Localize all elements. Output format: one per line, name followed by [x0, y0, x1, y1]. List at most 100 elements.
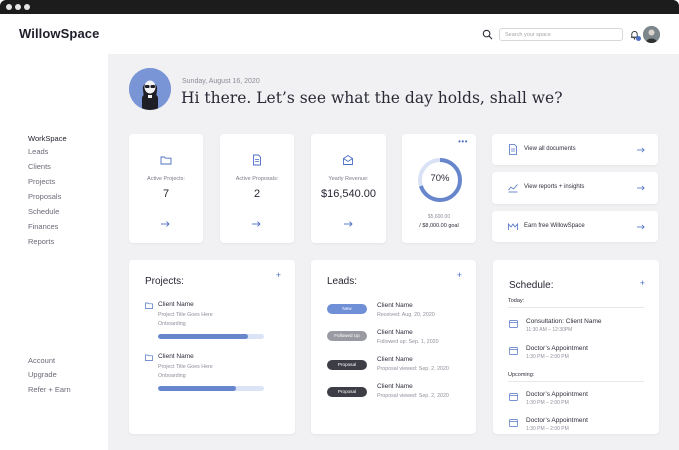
sidebar-item-refer-earn[interactable]: Refer + Earn [28, 385, 71, 394]
window-chrome [0, 0, 679, 14]
window-dot-close[interactable] [6, 4, 12, 10]
project-client[interactable]: Client Name [158, 353, 194, 360]
quick-link-reports[interactable]: View reports + insights [492, 172, 658, 204]
goal-current: $5,600.00 [427, 214, 451, 220]
stat-value: 7 [162, 188, 170, 200]
window-dot-maximize[interactable] [24, 4, 30, 10]
lead-client[interactable]: Client Name [377, 329, 413, 336]
lead-client[interactable]: Client Name [377, 383, 413, 390]
calendar-icon [509, 419, 518, 427]
lead-status-badge: New [327, 304, 367, 314]
arrow-right-icon[interactable] [637, 147, 645, 153]
goal-progress-ring: 70% [416, 156, 464, 204]
stat-card-proposals[interactable]: Active Proposals: 2 [220, 134, 294, 243]
sidebar-item-leads[interactable]: Leads [28, 147, 48, 156]
stat-value: 2 [253, 188, 261, 200]
schedule-upcoming-label: Upcoming: [508, 372, 535, 378]
lead-status-badge: Proposal [327, 387, 367, 397]
goal-target: / $8,000.00 goal [419, 223, 459, 229]
sidebar-item-schedule[interactable]: Schedule [28, 207, 59, 216]
woman-illustration-icon [129, 68, 171, 110]
sidebar-item-workspace[interactable]: WorkSpace [28, 134, 67, 143]
sidebar-item-finances[interactable]: Finances [28, 222, 58, 231]
event-time: 1:30 PM – 2:00 PM [526, 400, 569, 406]
event-time: 1:30 PM – 2:00 PM [526, 426, 569, 432]
arrow-right-icon[interactable] [161, 221, 170, 227]
arrow-right-icon[interactable] [637, 224, 645, 230]
sidebar-item-account[interactable]: Account [28, 356, 55, 365]
calendar-icon [509, 320, 518, 328]
current-date: Sunday, August 16, 2020 [182, 78, 260, 85]
event-name[interactable]: Doctor’s Appointment [526, 391, 588, 398]
calendar-icon [509, 393, 518, 401]
folder-icon [145, 302, 153, 309]
goal-card: ••• 70% $5,600.00 / $8,000.00 goal [402, 134, 476, 243]
arrow-right-icon[interactable] [252, 221, 261, 227]
quick-link-label: View reports + insights [524, 184, 585, 190]
progress-fill [158, 334, 249, 339]
stat-card-revenue[interactable]: Yearly Revenue: $16,540.00 [311, 134, 386, 243]
stat-card-projects[interactable]: Active Projects: 7 [129, 134, 203, 243]
stat-label: Active Projects: [147, 176, 185, 182]
project-progress-bar [158, 334, 264, 339]
stat-label: Yearly Revenue: [328, 176, 369, 182]
more-options-icon[interactable]: ••• [458, 137, 468, 146]
notification-badge [636, 36, 641, 41]
event-time: 1:30 PM – 2:00 PM [526, 354, 569, 360]
event-name[interactable]: Consultation: Client Name [526, 318, 602, 325]
quick-link-earn[interactable]: Earn free WillowSpace [492, 211, 658, 242]
project-status: Onboarding [158, 321, 186, 327]
lead-detail: Followed up: Sep. 1, 2020 [377, 339, 439, 345]
schedule-today-label: Today: [508, 298, 525, 304]
user-avatar[interactable] [643, 26, 660, 43]
lead-client[interactable]: Client Name [377, 356, 413, 363]
sidebar: WorkSpace Leads Clients Projects Proposa… [0, 54, 108, 450]
event-time: 11:30 AM – 12:30PM [526, 327, 573, 333]
event-name[interactable]: Doctor’s Appointment [526, 417, 588, 424]
event-name[interactable]: Doctor’s Appointment [526, 345, 588, 352]
arrow-right-icon[interactable] [637, 185, 645, 191]
lead-client[interactable]: Client Name [377, 302, 413, 309]
add-event-button[interactable]: + [640, 278, 645, 288]
top-bar: WillowSpace [0, 14, 679, 54]
user-photo-icon [643, 26, 660, 43]
quick-link-label: Earn free WillowSpace [524, 223, 585, 229]
stat-value: $16,540.00 [320, 188, 377, 200]
lead-detail: Proposal viewed: Sep. 2, 2020 [377, 366, 449, 372]
project-title: Project Title Goes Here [158, 312, 213, 318]
window-dot-minimize[interactable] [15, 4, 21, 10]
project-status: Onboarding [158, 373, 186, 379]
panel-title: Projects: [145, 276, 184, 287]
chart-icon [508, 184, 518, 193]
divider [508, 307, 644, 308]
sidebar-item-reports[interactable]: Reports [28, 237, 54, 246]
sidebar-item-upgrade[interactable]: Upgrade [28, 370, 57, 379]
schedule-panel: Schedule: + Today: Consultation: Client … [493, 260, 659, 434]
add-lead-button[interactable]: + [457, 270, 462, 280]
gift-icon [508, 222, 518, 230]
sidebar-item-proposals[interactable]: Proposals [28, 192, 61, 201]
add-project-button[interactable]: + [276, 270, 281, 280]
arrow-right-icon[interactable] [344, 221, 353, 227]
inbox-icon [343, 154, 353, 165]
goal-percent: 70% [430, 173, 450, 184]
sidebar-item-clients[interactable]: Clients [28, 162, 51, 171]
brand-logo[interactable]: WillowSpace [19, 26, 99, 41]
stat-label: Active Proposals: [235, 176, 279, 182]
quick-link-label: View all documents [524, 146, 576, 152]
folder-icon [160, 156, 172, 165]
search-input[interactable] [499, 28, 623, 41]
sidebar-item-projects[interactable]: Projects [28, 177, 55, 186]
progress-fill [158, 386, 237, 391]
lead-status-badge: Proposal [327, 360, 367, 370]
calendar-icon [509, 347, 518, 355]
project-title: Project Title Goes Here [158, 364, 213, 370]
quick-link-documents[interactable]: View all documents [492, 134, 658, 165]
project-client[interactable]: Client Name [158, 301, 194, 308]
lead-status-badge: Followed Up [327, 331, 367, 341]
divider [508, 381, 644, 382]
search-icon[interactable] [482, 29, 493, 40]
hero-avatar [129, 68, 171, 110]
lead-detail: Proposal viewed: Sep. 2, 2020 [377, 393, 449, 399]
lead-detail: Received: Aug. 20, 2020 [377, 312, 435, 318]
